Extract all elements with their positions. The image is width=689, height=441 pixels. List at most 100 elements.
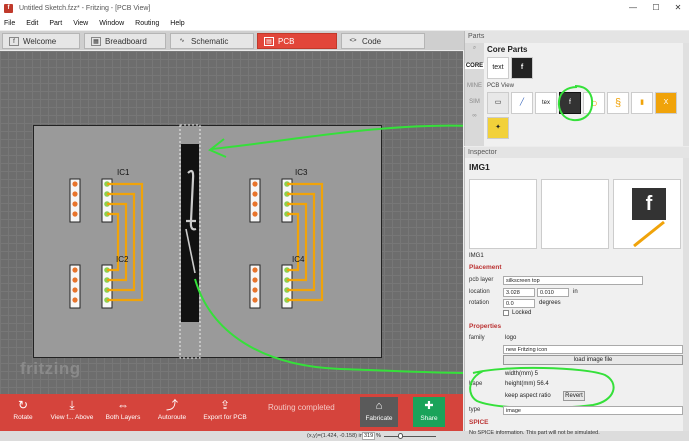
pcb-layer-select[interactable]: silkscreen top <box>503 276 643 285</box>
puzzle-part-icon[interactable]: ✦ <box>487 117 509 139</box>
menu-view[interactable]: View <box>73 20 88 27</box>
zoom-unit: % <box>376 433 381 439</box>
view-from-above-button[interactable]: ⤓ View f... Above <box>48 396 96 421</box>
location-unit: in <box>573 289 578 295</box>
tab-breadboard[interactable]: ▦ Breadboard <box>84 33 166 49</box>
text-part-tile[interactable]: text <box>487 57 509 79</box>
code-icon: <> <box>349 37 357 44</box>
view-from-above-icon: ⤓ <box>69 398 75 412</box>
zoom-slider-track[interactable] <box>384 436 436 437</box>
pcb-canvas[interactable]: IC1 IC2 IC3 IC4 fritzing <box>0 51 463 394</box>
type-select[interactable]: image <box>503 406 683 415</box>
logo-part-tile[interactable]: f <box>511 57 533 79</box>
parts-panel: Parts ⌕ CORE MINE SIM ∞ Core Parts text … <box>464 31 689 146</box>
factory-icon: ⌂ <box>375 400 383 412</box>
pcb-preview: f <box>613 179 681 249</box>
title-bar: f Untitled Sketch.fzz* - Fritzing - [PCB… <box>0 0 689 16</box>
menu-edit[interactable]: Edit <box>26 20 38 27</box>
menu-part[interactable]: Part <box>49 20 62 27</box>
parts-bin-tabs: ⌕ CORE MINE SIM ∞ <box>465 43 484 146</box>
bin-tab-sim[interactable]: SIM <box>465 99 484 105</box>
tab-label: Breadboard <box>105 36 147 46</box>
selected-logo-image[interactable] <box>179 124 201 359</box>
ruler-part-icon[interactable]: ▭ <box>487 92 509 114</box>
schematic-icon: ∿ <box>179 37 185 44</box>
logo-trace-line <box>633 220 665 248</box>
tab-pcb[interactable]: ▤ PCB <box>257 33 337 49</box>
annotation-circle <box>557 85 594 122</box>
locked-checkbox[interactable] <box>503 310 509 316</box>
menu-window[interactable]: Window <box>99 20 124 27</box>
pcb-icon: ▤ <box>264 36 274 46</box>
pad-part-icon[interactable]: ▮ <box>631 92 653 114</box>
welcome-icon: f <box>9 36 19 46</box>
ic2-footprint[interactable] <box>69 264 113 309</box>
fritzing-app-icon: f <box>4 3 13 13</box>
copper-fill-part-icon[interactable]: X <box>655 92 677 114</box>
spice-note: No SPICE information. This part will not… <box>469 430 600 436</box>
bottom-toolbar: ↻ Rotate ⤓ View f... Above ⇔ Both Layers… <box>0 394 463 431</box>
parts-scrollbar[interactable] <box>683 43 689 146</box>
bin-tab-mine[interactable]: MINE <box>465 83 484 89</box>
ic4-footprint[interactable] <box>249 264 293 309</box>
location-x-field[interactable]: 3.028 <box>503 288 535 297</box>
inspector-scrollbar[interactable] <box>683 158 689 431</box>
trace-part-icon[interactable]: § <box>607 92 629 114</box>
bin-tab-core[interactable]: CORE <box>465 63 484 69</box>
parts-panel-header: Parts <box>465 31 689 43</box>
menu-routing[interactable]: Routing <box>135 20 159 27</box>
rotation-field[interactable]: 0.0 <box>503 299 535 308</box>
zoom-level-field[interactable]: 319 <box>362 432 376 440</box>
inspector-caption: IMG1 <box>469 253 484 259</box>
share-button[interactable]: ✚ Share <box>413 397 445 427</box>
tab-schematic[interactable]: ∿ Schematic <box>170 33 254 49</box>
infinity-icon[interactable]: ∞ <box>465 113 484 119</box>
rotation-unit: degrees <box>539 300 561 306</box>
menu-help[interactable]: Help <box>170 20 184 27</box>
locked-label: Locked <box>512 310 532 316</box>
menu-file[interactable]: File <box>4 20 15 27</box>
logo-icon-select[interactable]: new Fritzing icon <box>503 345 683 354</box>
pcb-layer-label: pcb layer <box>469 277 494 283</box>
family-label: family <box>469 335 485 341</box>
close-window-button[interactable]: ✕ <box>667 0 689 16</box>
both-layers-button[interactable]: ⇔ Both Layers <box>104 396 142 421</box>
breadboard-icon: ▦ <box>91 36 101 46</box>
search-icon[interactable]: ⌕ <box>465 45 484 52</box>
export-for-pcb-button[interactable]: ⇪ Export for PCB <box>200 396 250 421</box>
routing-status: Routing completed <box>268 403 335 412</box>
text-part-icon[interactable]: tex <box>535 92 557 114</box>
tab-label: Code <box>362 36 382 46</box>
rotation-label: rotation <box>469 300 490 306</box>
tab-welcome[interactable]: f Welcome <box>2 33 80 49</box>
pcb-artwork <box>69 124 463 374</box>
jumper-part-icon[interactable]: ╱ <box>511 92 533 114</box>
autoroute-label: Autoroute <box>157 414 187 421</box>
rotate-button[interactable]: ↻ Rotate <box>8 396 38 421</box>
maximize-button[interactable]: ☐ <box>645 0 667 16</box>
share-icon: ✚ <box>424 400 434 412</box>
inspector-panel: Inspector IMG1 f IMG1 Placement pcb laye… <box>464 147 689 436</box>
export-icon: ⇪ <box>219 398 231 412</box>
tab-code[interactable]: <> Code <box>341 33 425 49</box>
ic3-label: IC3 <box>295 168 308 177</box>
location-label: location <box>469 289 490 295</box>
menu-bar: File Edit Part View Window Routing Help <box>0 16 689 30</box>
spice-section: SPICE <box>469 419 489 426</box>
ic2-label: IC2 <box>116 255 129 264</box>
zoom-slider-handle[interactable] <box>398 433 403 439</box>
rotate-label: Rotate <box>13 414 33 421</box>
autoroute-button[interactable]: ⤴ Autoroute <box>155 396 189 421</box>
view-tab-bar: f Welcome ▦ Breadboard ∿ Schematic ▤ PCB… <box>0 31 464 50</box>
family-value: logo <box>505 335 517 341</box>
tab-label: PCB <box>278 36 295 46</box>
window-title: Untitled Sketch.fzz* - Fritzing - [PCB V… <box>19 4 151 12</box>
ic3-footprint[interactable] <box>249 178 293 223</box>
tab-label: Schematic <box>191 36 229 46</box>
minimize-button[interactable]: — <box>622 0 644 16</box>
fabricate-button[interactable]: ⌂ Fabricate <box>360 397 398 427</box>
schematic-preview <box>541 179 609 249</box>
export-label: Export for PCB <box>203 414 247 421</box>
location-y-field[interactable]: 0.010 <box>537 288 569 297</box>
ic1-footprint[interactable] <box>69 178 113 223</box>
